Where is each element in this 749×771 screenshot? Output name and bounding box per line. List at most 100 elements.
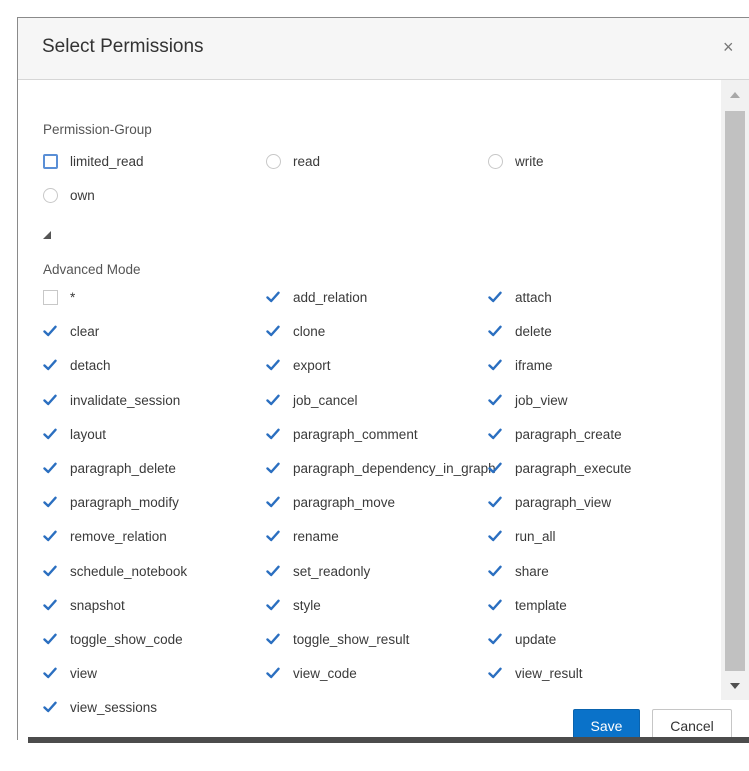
checkmark-icon[interactable]	[488, 667, 503, 679]
permission-item[interactable]: attach	[488, 287, 552, 307]
permission-item[interactable]: toggle_show_code	[43, 629, 183, 649]
checkmark-icon[interactable]	[488, 633, 503, 645]
checkmark-icon[interactable]	[43, 359, 58, 371]
permission-item[interactable]: snapshot	[43, 595, 125, 615]
checkmark-icon[interactable]	[43, 701, 58, 713]
permission-item[interactable]: paragraph_create	[488, 424, 622, 444]
permission-item[interactable]: view	[43, 663, 97, 683]
permission-label: view	[70, 665, 98, 681]
permission-item[interactable]: delete	[488, 321, 552, 341]
permission-item[interactable]: paragraph_comment	[266, 424, 418, 444]
permission-label: share	[515, 563, 549, 579]
collapse-triangle-icon[interactable]	[43, 231, 51, 239]
scrollbar-thumb[interactable]	[725, 111, 745, 671]
permission-item[interactable]: view_code	[266, 663, 357, 683]
cancel-button[interactable]: Cancel	[652, 709, 732, 740]
permission-item[interactable]: paragraph_delete	[43, 458, 176, 478]
permission-item[interactable]: toggle_show_result	[266, 629, 409, 649]
checkmark-icon[interactable]	[266, 325, 281, 337]
permission-item[interactable]: paragraph_view	[488, 492, 611, 512]
scroll-up-arrow-icon[interactable]	[730, 92, 740, 98]
checkmark-icon[interactable]	[488, 325, 503, 337]
permission-label: clone	[293, 323, 326, 339]
checkmark-icon[interactable]	[266, 565, 281, 577]
permission-item[interactable]: update	[488, 629, 556, 649]
permission-group-option-read[interactable]: read	[266, 151, 320, 171]
permission-item[interactable]: share	[488, 561, 549, 581]
permission-item[interactable]: remove_relation	[43, 526, 167, 546]
permission-group-option-write[interactable]: write	[488, 151, 544, 171]
own-radio[interactable]	[43, 187, 58, 203]
unchecked-checkbox[interactable]	[43, 289, 58, 305]
permission-group-option-limited-read[interactable]: limited_read	[43, 151, 144, 171]
permission-item[interactable]: set_readonly	[266, 561, 370, 581]
permission-item[interactable]: paragraph_dependency_in_graph	[266, 458, 496, 478]
permission-item[interactable]: rename	[266, 526, 339, 546]
checkmark-icon[interactable]	[43, 530, 58, 542]
checkmark-icon[interactable]	[266, 599, 281, 611]
permission-item[interactable]: view_sessions	[43, 697, 157, 717]
permission-item[interactable]: job_view	[488, 390, 568, 410]
checkmark-icon[interactable]	[43, 428, 58, 440]
checkmark-icon[interactable]	[488, 599, 503, 611]
permission-item[interactable]: invalidate_session	[43, 390, 180, 410]
checkmark-icon[interactable]	[266, 428, 281, 440]
checkmark-icon[interactable]	[43, 667, 58, 679]
checkmark-icon[interactable]	[43, 462, 58, 474]
checkmark-icon[interactable]	[266, 633, 281, 645]
checkmark-icon[interactable]	[43, 633, 58, 645]
permission-item[interactable]: run_all	[488, 526, 556, 546]
permission-item[interactable]: view_result	[488, 663, 583, 683]
checkmark-icon[interactable]	[488, 428, 503, 440]
checkmark-icon[interactable]	[43, 599, 58, 611]
permission-item[interactable]: add_relation	[266, 287, 367, 307]
checkmark-icon[interactable]	[488, 462, 503, 474]
permission-item[interactable]: *	[43, 287, 75, 307]
checkmark-icon[interactable]	[488, 291, 503, 303]
checkmark-icon[interactable]	[43, 496, 58, 508]
permission-item[interactable]: iframe	[488, 355, 553, 375]
permission-item[interactable]: job_cancel	[266, 390, 358, 410]
limited-read-checkbox[interactable]	[43, 153, 58, 169]
option-label: limited_read	[70, 153, 144, 169]
checkmark-icon[interactable]	[43, 394, 58, 406]
write-radio[interactable]	[488, 153, 503, 169]
permission-item[interactable]: clear	[43, 321, 99, 341]
permission-group-option-own[interactable]: own	[43, 185, 95, 205]
permission-item[interactable]: paragraph_modify	[43, 492, 179, 512]
dialog-header: Select Permissions ×	[18, 18, 749, 80]
checkmark-icon[interactable]	[266, 291, 281, 303]
permission-label: paragraph_move	[293, 494, 396, 510]
checkmark-icon[interactable]	[488, 359, 503, 371]
checkmark-icon[interactable]	[266, 667, 281, 679]
dialog-content: Permission-Group limited_read read write ow…	[43, 80, 717, 715]
permission-item[interactable]: layout	[43, 424, 106, 444]
permission-label: paragraph_comment	[293, 426, 418, 442]
checkmark-icon[interactable]	[266, 530, 281, 542]
save-button[interactable]: Save	[573, 709, 640, 740]
permission-label: schedule_notebook	[70, 563, 188, 579]
checkmark-icon[interactable]	[488, 394, 503, 406]
checkmark-icon[interactable]	[266, 359, 281, 371]
checkmark-icon[interactable]	[266, 394, 281, 406]
permission-item[interactable]: template	[488, 595, 567, 615]
permission-item[interactable]: paragraph_execute	[488, 458, 631, 478]
checkmark-icon[interactable]	[43, 565, 58, 577]
permission-item[interactable]: schedule_notebook	[43, 561, 187, 581]
checkmark-icon[interactable]	[488, 565, 503, 577]
permission-item[interactable]: style	[266, 595, 321, 615]
permission-item[interactable]: export	[266, 355, 331, 375]
permission-label: rename	[293, 528, 339, 544]
permission-item[interactable]: paragraph_move	[266, 492, 395, 512]
permission-item[interactable]: clone	[266, 321, 325, 341]
checkmark-icon[interactable]	[266, 496, 281, 508]
checkmark-icon[interactable]	[488, 496, 503, 508]
vertical-scrollbar[interactable]	[721, 80, 749, 700]
permission-item[interactable]: detach	[43, 355, 111, 375]
read-radio[interactable]	[266, 153, 281, 169]
checkmark-icon[interactable]	[266, 462, 281, 474]
scroll-down-arrow-icon[interactable]	[730, 683, 740, 689]
checkmark-icon[interactable]	[488, 530, 503, 542]
checkmark-icon[interactable]	[43, 325, 58, 337]
close-icon[interactable]: ×	[723, 37, 734, 57]
